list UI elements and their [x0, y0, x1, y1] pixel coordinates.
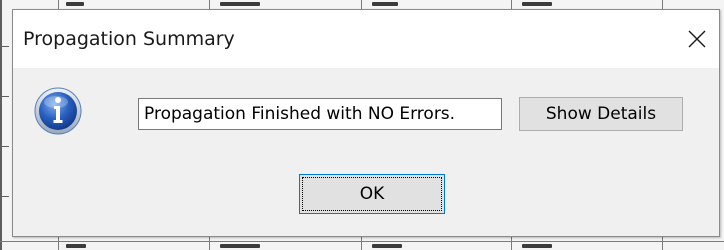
close-icon: [688, 30, 706, 48]
message-text: Propagation Finished with NO Errors.: [138, 98, 502, 130]
ok-button-label: OK: [359, 184, 385, 204]
grid-cell-fragment: [220, 244, 260, 248]
propagation-summary-dialog: Propagation Summary Propagation Finished…: [12, 9, 720, 237]
dialog-body: Propagation Finished with NO Errors. Sho…: [13, 68, 719, 236]
grid-cell-fragment: [66, 2, 84, 6]
dialog-title-bar[interactable]: Propagation Summary: [13, 10, 719, 68]
close-button[interactable]: [675, 10, 719, 68]
grid-cell-fragment: [372, 244, 402, 248]
grid-cell-fragment: [66, 244, 86, 248]
grid-row-tick: [0, 196, 9, 197]
grid-row-line: [0, 241, 724, 242]
grid-cell-fragment: [220, 2, 260, 6]
grid-cell-fragment: [372, 2, 398, 6]
show-details-button[interactable]: Show Details: [519, 97, 683, 131]
grid-cell-fragment: [522, 244, 552, 248]
grid-row-tick: [0, 46, 9, 47]
grid-row-tick: [0, 146, 9, 147]
grid-left-edge: [0, 0, 2, 250]
grid-cell-fragment: [522, 2, 552, 6]
grid-row-tick: [0, 96, 9, 97]
info-icon: [34, 87, 82, 135]
dialog-title: Propagation Summary: [23, 28, 235, 50]
ok-button[interactable]: OK: [299, 174, 445, 214]
